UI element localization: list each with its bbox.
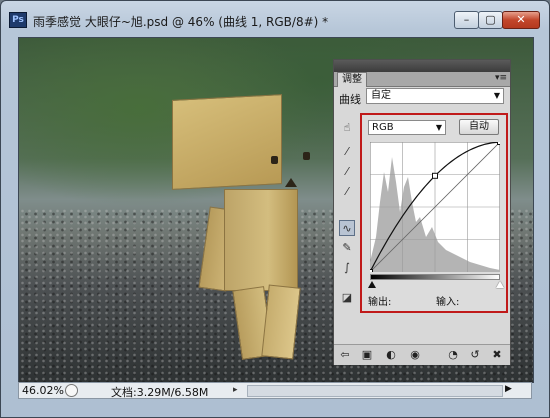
maximize-button[interactable]: ▢ <box>478 11 503 29</box>
channel-select[interactable]: RGB ▼ <box>368 120 446 135</box>
scroll-right-icon[interactable]: ▶ <box>505 384 512 394</box>
preset-value: 自定 <box>371 90 391 101</box>
curves-editor: RGB ▼ 自动 输出: 输入: <box>360 113 508 313</box>
white-point-slider[interactable] <box>496 281 504 288</box>
panel-footer: ⇦ ▣ ◐ ◉ ◔ ↺ ✖ <box>334 344 510 365</box>
status-bar: 46.02% 文档:3.29M/6.58M ▸ ▶ <box>18 382 532 399</box>
robot-body <box>224 189 298 291</box>
curve-control-point[interactable] <box>432 172 438 179</box>
title-bar[interactable]: Ps 雨季感觉 大眼仔~旭.psd @ 46% (曲线 1, RGB/8#) *… <box>1 1 549 31</box>
eyedropper-black-icon[interactable]: ⁄ <box>339 144 355 160</box>
previous-state-icon[interactable]: ◔ <box>446 348 460 362</box>
zoom-level[interactable]: 46.02% <box>22 384 64 397</box>
clip-layer-icon[interactable]: ◐ <box>384 348 398 362</box>
status-menu-arrow-icon[interactable]: ▸ <box>233 385 238 395</box>
curve-control-point[interactable] <box>370 269 373 273</box>
robot-mouth <box>285 178 297 187</box>
visibility-eye-icon[interactable]: ◉ <box>408 348 422 362</box>
finger-adjust-icon[interactable]: ☝ <box>339 120 355 136</box>
adjustments-panel: 调整 ▾≡ 曲线 自定 ▼ ☝ ⁄ ⁄ ⁄ ∿ ✎ ∫ ◪ RGB ▼ 自动 输… <box>333 59 511 365</box>
return-arrow-icon[interactable]: ⇦ <box>338 348 352 362</box>
photoshop-document-window: Ps 雨季感觉 大眼仔~旭.psd @ 46% (曲线 1, RGB/8#) *… <box>0 0 550 418</box>
panel-menu-icon[interactable]: ▾≡ <box>495 73 507 83</box>
photoshop-app-icon: Ps <box>9 12 27 28</box>
robot-eye-right <box>303 152 310 160</box>
minimize-button[interactable]: – <box>454 11 479 29</box>
eyedropper-gray-icon[interactable]: ⁄ <box>339 164 355 180</box>
trash-icon[interactable]: ✖ <box>490 348 504 362</box>
clip-warning-icon[interactable]: ◪ <box>339 290 355 306</box>
window-title: 雨季感觉 大眼仔~旭.psd @ 46% (曲线 1, RGB/8#) * <box>33 15 329 29</box>
curves-label: 曲线 <box>339 93 361 106</box>
pencil-icon[interactable]: ✎ <box>339 240 355 256</box>
panel-tab-row: 调整 ▾≡ <box>334 72 510 87</box>
chevron-down-icon: ▼ <box>493 91 500 100</box>
horizontal-scrollbar[interactable] <box>247 385 503 397</box>
expanded-view-icon[interactable]: ▣ <box>360 348 374 362</box>
curve-graph[interactable] <box>370 142 500 272</box>
robot-eye-left <box>271 156 278 164</box>
robot-head <box>172 94 282 190</box>
preset-select[interactable]: 自定 ▼ <box>366 88 504 104</box>
document-info: 文档:3.29M/6.58M <box>111 386 209 399</box>
black-point-slider[interactable] <box>368 281 376 288</box>
tab-adjustments[interactable]: 调整 <box>337 72 367 87</box>
input-label: 输入: <box>436 297 460 308</box>
curve-control-point[interactable] <box>497 142 501 145</box>
auto-button[interactable]: 自动 <box>459 119 499 135</box>
reset-icon[interactable]: ↺ <box>468 348 482 362</box>
output-label: 输出: <box>368 297 392 308</box>
curve-point-icon[interactable]: ∿ <box>339 220 355 236</box>
chevron-down-icon: ▼ <box>435 123 442 132</box>
eyedropper-white-icon[interactable]: ⁄ <box>339 184 355 200</box>
smooth-icon[interactable]: ∫ <box>339 260 355 276</box>
status-info-icon[interactable] <box>65 384 78 397</box>
close-button[interactable]: ✕ <box>502 11 540 29</box>
panel-header-bar[interactable] <box>334 60 510 72</box>
output-gradient-bar <box>370 274 500 280</box>
channel-value: RGB <box>372 122 394 133</box>
